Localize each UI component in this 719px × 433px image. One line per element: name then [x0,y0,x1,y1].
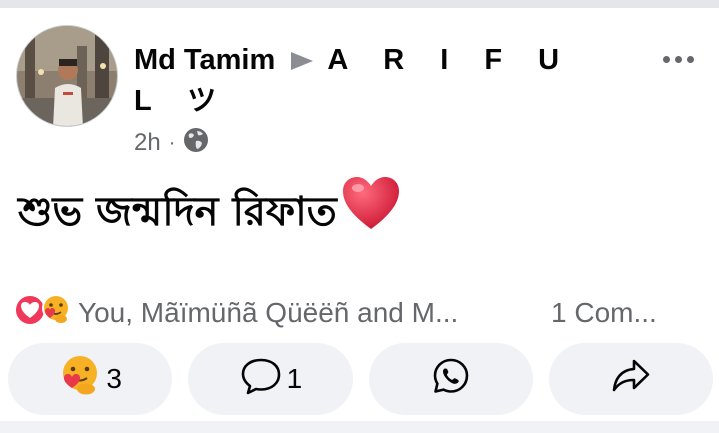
top-divider [0,0,719,8]
react-count: 3 [106,363,122,394]
comment-button[interactable]: 1 [188,343,353,415]
tag-arrow-icon [291,41,314,81]
post-meta: 2h · [134,127,209,160]
avatar-photo [17,26,117,126]
bottom-divider [0,421,719,433]
post-message: শুভ জন্মদিন রিফাত [18,189,337,235]
post-time[interactable]: 2h [134,129,161,157]
avatar[interactable] [16,25,118,127]
comment-count: 1 [286,363,303,394]
more-options-icon[interactable] [656,48,700,70]
heart-emoji [341,175,401,250]
share-arrow-icon [610,357,652,402]
whatsapp-icon [431,356,471,403]
care-reaction-icon [40,293,72,333]
post-text: শুভ জন্মদিন রিফাত [18,176,401,244]
share-button[interactable] [548,343,713,415]
care-reaction-icon [58,354,102,405]
author-name[interactable]: Md Tamim [134,44,275,76]
meta-separator: · [168,131,176,154]
whatsapp-share-button[interactable] [368,343,533,415]
reaction-names[interactable]: You, Mãïmüñã Qüëëñ and M... [78,297,458,329]
author-header: Md Tamim A R I F U L ツ [134,40,594,121]
reactions-summary[interactable]: You, Mãïmüñã Qüëëñ and M... [14,293,458,333]
react-button[interactable]: 3 [8,343,173,415]
comment-bubble-icon [239,356,283,403]
comments-count[interactable]: 1 Com... [551,293,657,333]
reaction-icons [14,293,72,333]
action-bar: 3 1 [8,343,713,415]
globe-icon[interactable] [183,127,209,160]
